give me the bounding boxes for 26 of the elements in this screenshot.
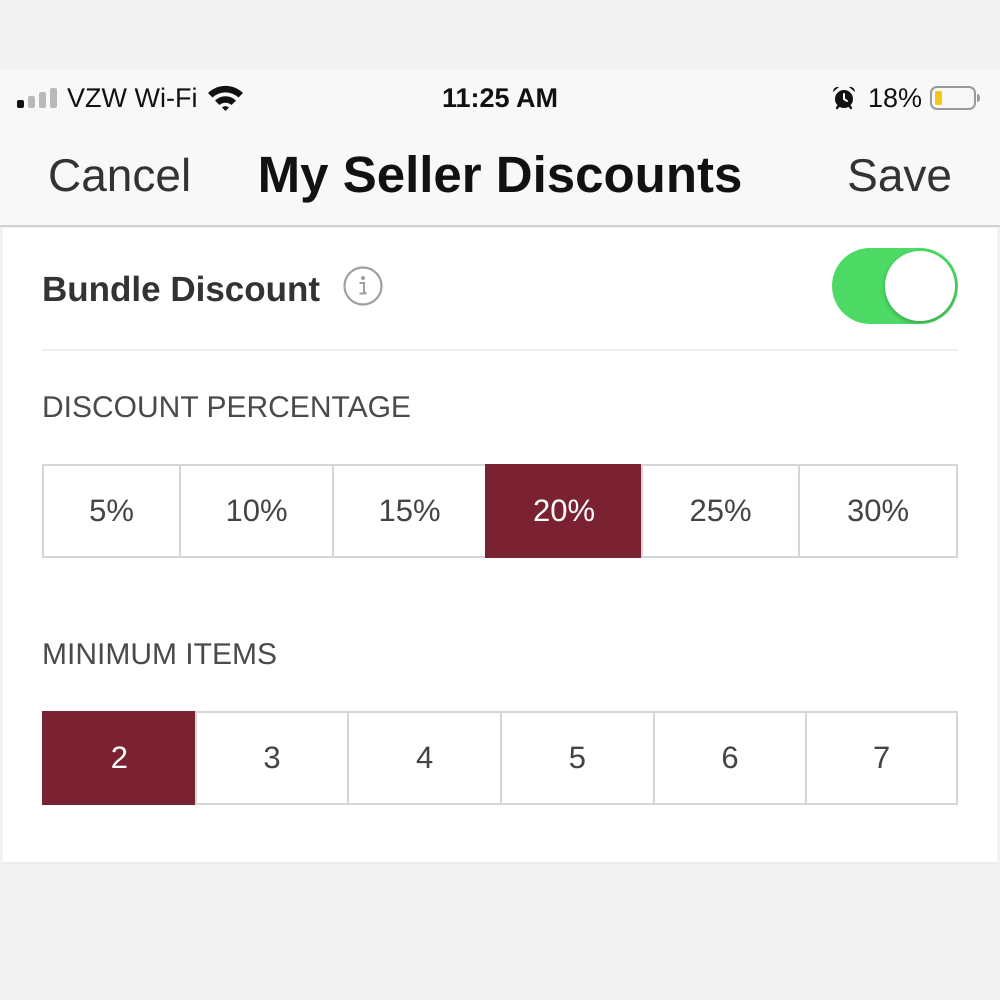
option-segment[interactable]: 5	[500, 711, 653, 805]
info-icon[interactable]	[343, 266, 384, 306]
signal-icon	[17, 88, 57, 108]
bundle-discount-label: Bundle Discount	[42, 270, 320, 310]
option-segment[interactable]: 6	[652, 711, 806, 805]
page-title: My Seller Discounts	[258, 146, 742, 204]
option-segment[interactable]: 25%	[641, 464, 798, 558]
battery-percentage: 18%	[868, 82, 922, 114]
option-segment[interactable]: 30%	[798, 464, 958, 558]
option-segment[interactable]: 10%	[179, 464, 332, 558]
section-heading: MINIMUM ITEMS	[42, 638, 277, 672]
option-segment[interactable]: 5%	[42, 464, 179, 558]
option-segment[interactable]: 15%	[332, 464, 485, 558]
section-heading: DISCOUNT PERCENTAGE	[42, 391, 411, 425]
option-segment[interactable]: 3	[194, 711, 348, 805]
option-segment[interactable]: 2	[42, 711, 195, 805]
carrier-label: VZW Wi-Fi	[67, 82, 198, 114]
option-segment[interactable]: 4	[347, 711, 500, 805]
save-button[interactable]: Save	[847, 149, 952, 201]
wifi-icon	[207, 84, 244, 111]
battery-icon	[930, 86, 980, 110]
alarm-clock-icon	[832, 86, 856, 110]
clock-time: 11:25 AM	[442, 82, 558, 114]
option-segment[interactable]: 7	[805, 711, 958, 805]
cancel-button[interactable]: Cancel	[48, 149, 192, 201]
option-segment[interactable]: 20%	[485, 464, 641, 558]
